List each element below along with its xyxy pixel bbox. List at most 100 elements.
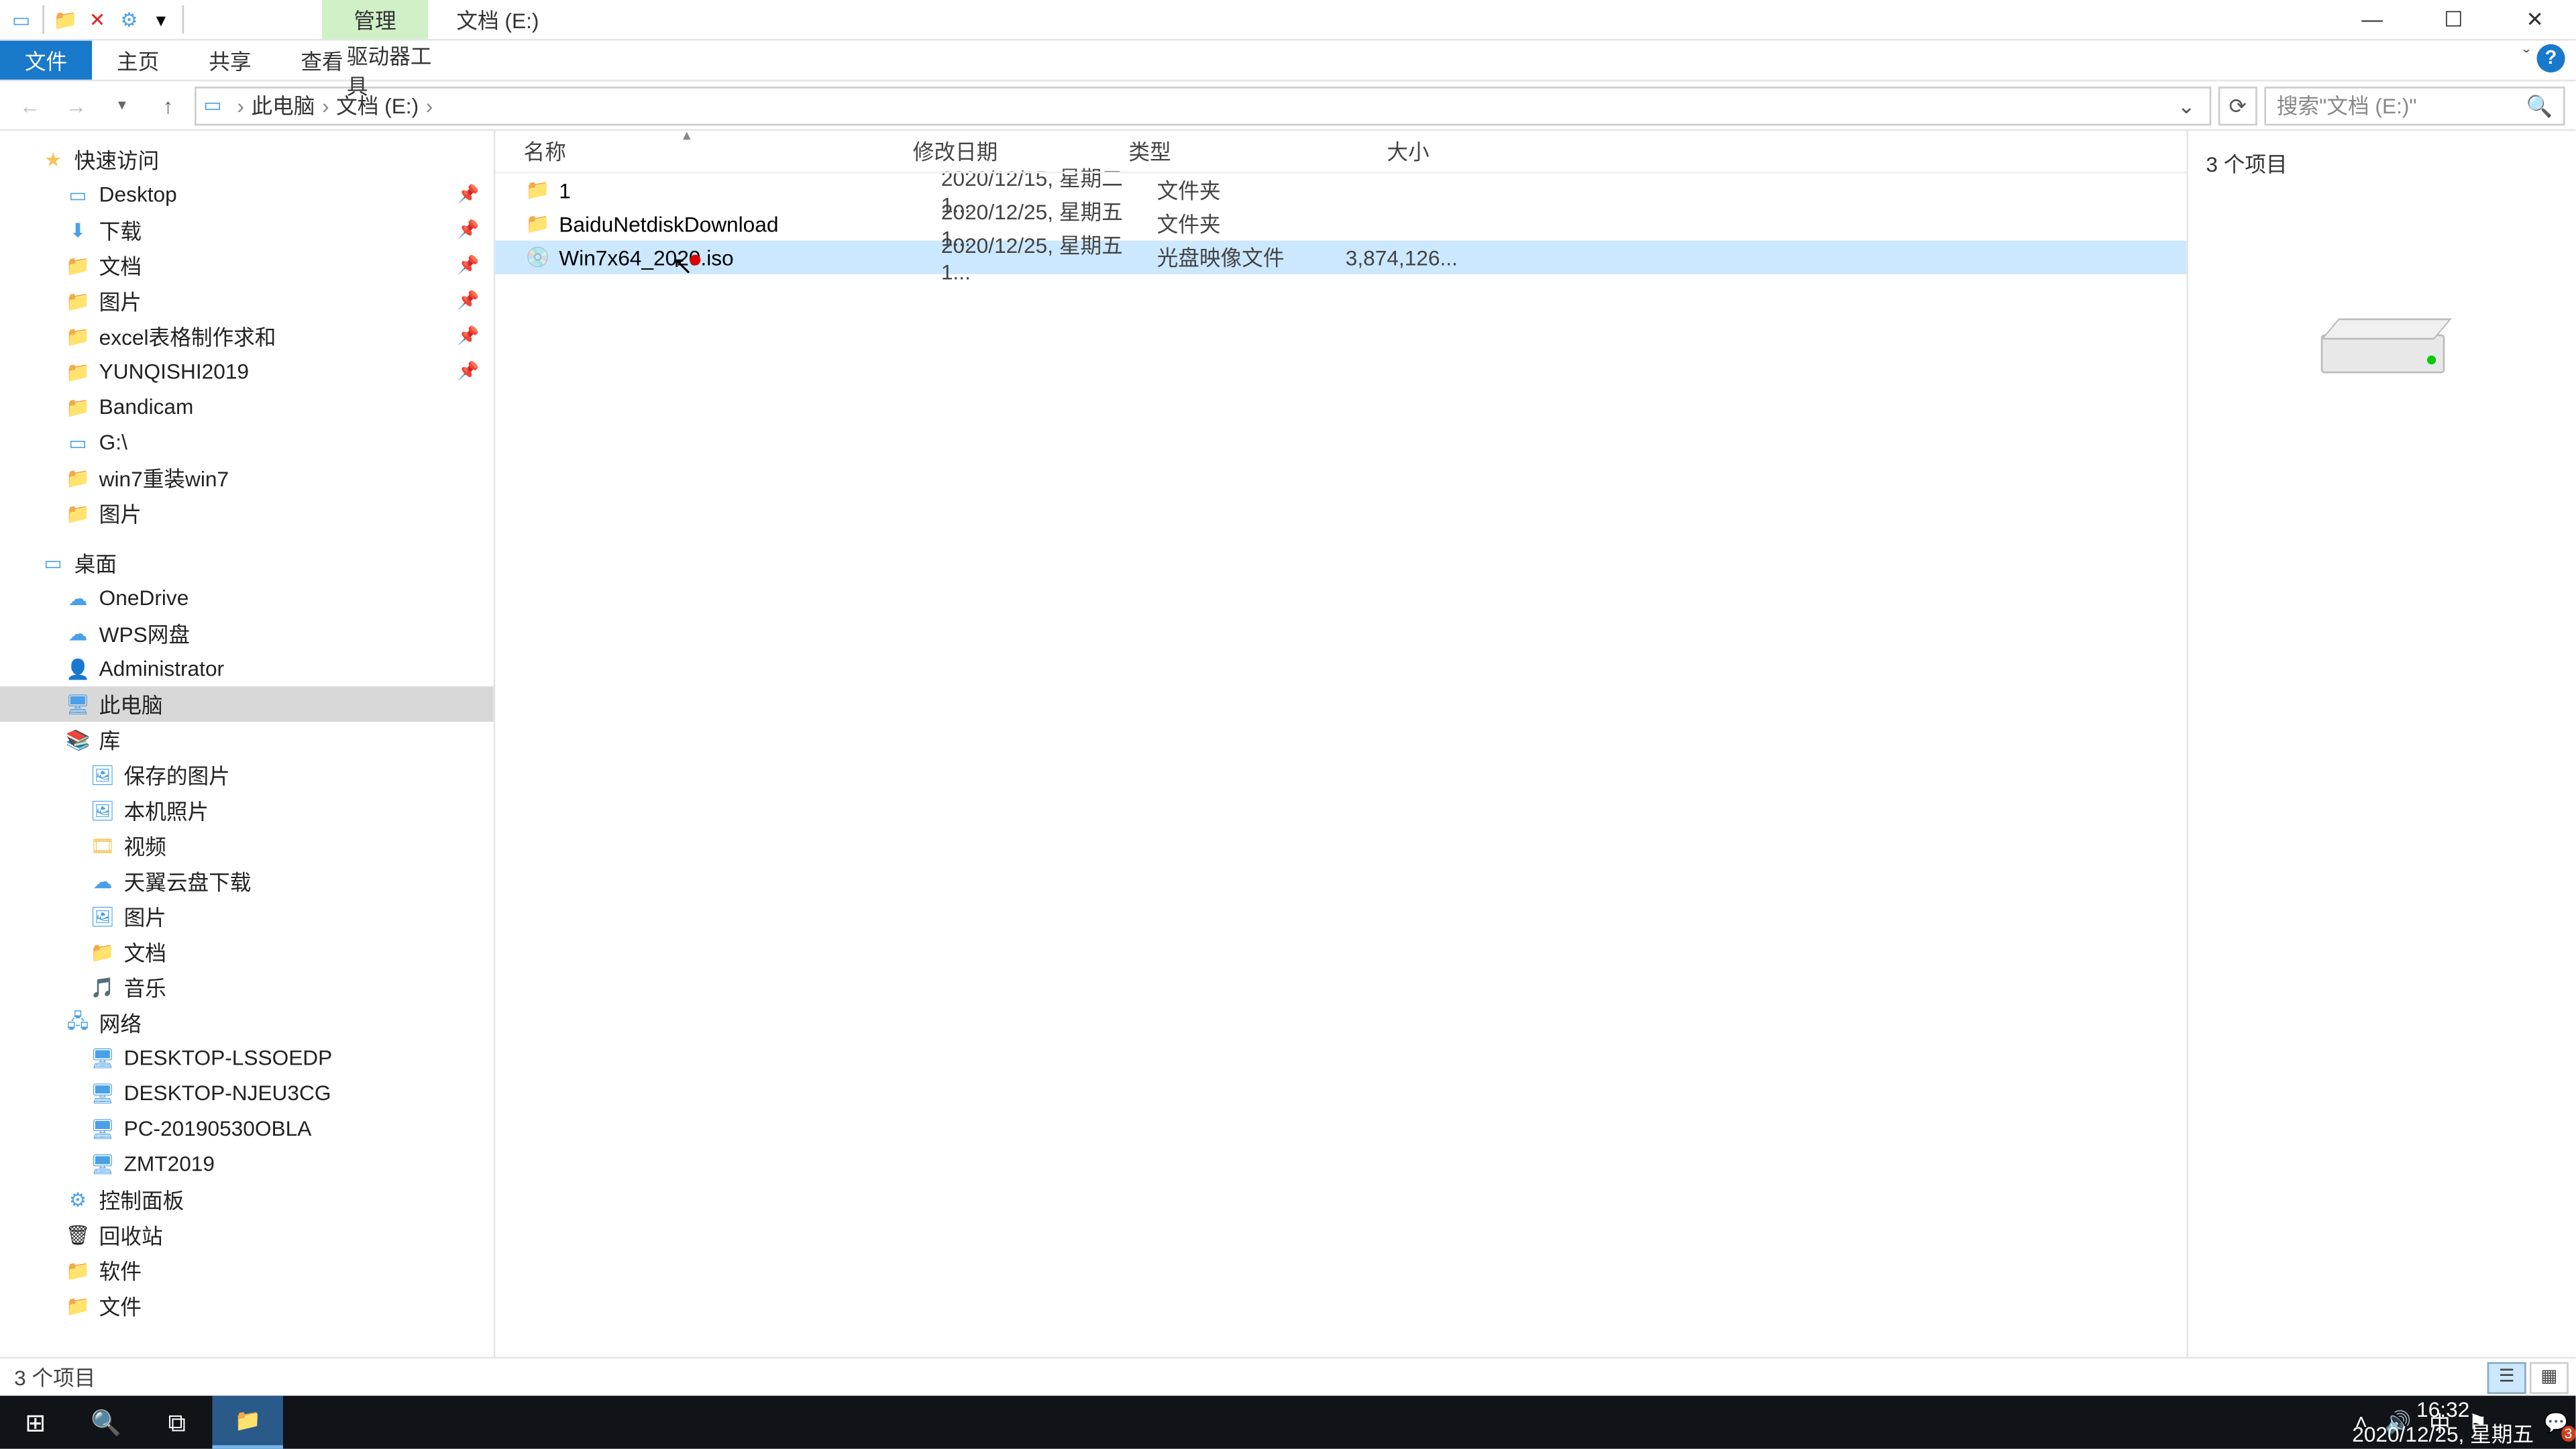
nav-history-dropdown[interactable]: ▾ — [103, 86, 142, 125]
ribbon-tab-drive-tools[interactable]: 驱动器工具 — [322, 41, 456, 101]
folder-icon: 📁 — [89, 941, 117, 963]
nav-net1[interactable]: 🖥DESKTOP-LSSOEDP — [0, 1040, 494, 1076]
nav-pictures[interactable]: 📁图片📌 — [0, 283, 494, 319]
search-input[interactable]: 搜索"文档 (E:)" 🔍 — [2264, 86, 2565, 125]
nav-net2[interactable]: 🖥DESKTOP-NJEU3CG — [0, 1075, 494, 1111]
taskbar-clock[interactable]: 16:32 2020/12/25, 星期五 — [2346, 1397, 2540, 1448]
qat-properties-icon[interactable]: ⚙ — [115, 5, 143, 34]
action-center-button[interactable]: 💬3 — [2540, 1406, 2572, 1438]
maximize-button[interactable]: ☐ — [2413, 0, 2494, 39]
breadcrumb[interactable]: ▭ › 此电脑 › 文档 (E:) › ⌄ — [195, 86, 2211, 125]
nav-forward-button[interactable]: → — [56, 86, 95, 125]
folder-icon: 📁 — [64, 1258, 92, 1281]
nav-downloads[interactable]: ⬇下载📌 — [0, 212, 494, 248]
nav-software[interactable]: 📁软件 — [0, 1252, 494, 1288]
navigation-pane[interactable]: ★快速访问 ▭Desktop📌 ⬇下载📌 📁文档📌 📁图片📌 📁excel表格制… — [0, 131, 495, 1356]
pc-icon: 🖥 — [89, 1082, 117, 1105]
pc-icon: 🖥 — [89, 1046, 117, 1069]
refresh-button[interactable]: ⟳ — [2218, 86, 2257, 125]
nav-thispc[interactable]: 🖥此电脑 — [0, 686, 494, 722]
nav-quick-access[interactable]: ★快速访问 — [0, 142, 494, 177]
column-type[interactable]: 类型 — [1128, 136, 1305, 166]
chevron-right-icon[interactable]: › — [235, 93, 246, 117]
column-name[interactable]: 名称▴ — [524, 136, 913, 166]
pin-icon: 📌 — [458, 256, 480, 275]
taskbar-explorer-button[interactable]: 📁 — [212, 1396, 282, 1449]
image-icon: 🖼 — [89, 763, 117, 786]
nav-control-panel[interactable]: ⚙控制面板 — [0, 1182, 494, 1218]
file-row[interactable]: 📁 1 2020/12/15, 星期二 1... 文件夹 — [495, 173, 2186, 207]
nav-wps[interactable]: ☁WPS网盘 — [0, 616, 494, 651]
file-name: BaiduNetdiskDownload — [559, 211, 941, 236]
breadcrumb-seg-thispc[interactable]: 此电脑 — [246, 90, 321, 120]
nav-back-button[interactable]: ← — [11, 86, 50, 125]
nav-pictures2[interactable]: 📁图片 — [0, 495, 494, 531]
folder-icon: 📁 — [64, 289, 92, 312]
nav-network[interactable]: 🖧网络 — [0, 1005, 494, 1040]
nav-up-button[interactable]: ↑ — [149, 86, 188, 125]
nav-desktop[interactable]: ▭Desktop📌 — [0, 177, 494, 213]
nav-net3[interactable]: 🖥PC-20190530OBLA — [0, 1111, 494, 1146]
nav-saved-pics[interactable]: 🖼保存的图片 — [0, 757, 494, 793]
image-icon: 🖼 — [89, 905, 117, 928]
task-view-button[interactable]: ⧉ — [142, 1396, 212, 1449]
nav-win7reinstall[interactable]: 📁win7重装win7 — [0, 460, 494, 496]
help-icon[interactable]: ? — [2536, 44, 2565, 72]
ribbon-expand-icon[interactable]: ˇ — [2523, 48, 2530, 69]
nav-music[interactable]: 🎵音乐 — [0, 969, 494, 1005]
nav-documents[interactable]: 📁文档📌 — [0, 248, 494, 283]
file-row[interactable]: 📁 BaiduNetdiskDownload 2020/12/25, 星期五 1… — [495, 207, 2186, 241]
nav-excel[interactable]: 📁excel表格制作求和📌 — [0, 319, 494, 354]
ribbon-tab-home[interactable]: 主页 — [92, 41, 184, 80]
nav-videos[interactable]: 🎞视频 — [0, 828, 494, 863]
window-title: 文档 (E:) — [456, 0, 539, 39]
nav-files[interactable]: 📁文件 — [0, 1288, 494, 1324]
file-name: Win7x64_2020.iso — [559, 245, 941, 270]
nav-docs2[interactable]: 📁文档 — [0, 934, 494, 969]
ribbon-tab-share[interactable]: 共享 — [184, 41, 276, 80]
taskbar-search-button[interactable]: 🔍 — [70, 1396, 141, 1449]
breadcrumb-dropdown-icon[interactable]: ⌄ — [2170, 93, 2202, 117]
ribbon-tab-file[interactable]: 文件 — [0, 41, 92, 80]
content-area: ★快速访问 ▭Desktop📌 ⬇下载📌 📁文档📌 📁图片📌 📁excel表格制… — [0, 131, 2575, 1356]
nav-pics3[interactable]: 🖼图片 — [0, 899, 494, 934]
nav-library[interactable]: 📚库 — [0, 722, 494, 757]
qat-dropdown-icon[interactable]: ▾ — [147, 5, 175, 34]
nav-gdrive[interactable]: ▭G:\ — [0, 425, 494, 460]
file-type: 光盘映像文件 — [1157, 242, 1334, 272]
file-name: 1 — [559, 178, 941, 203]
library-icon: 📚 — [64, 728, 92, 751]
nav-net4[interactable]: 🖥ZMT2019 — [0, 1146, 494, 1182]
minimize-button[interactable]: — — [2332, 0, 2413, 39]
nav-admin[interactable]: 👤Administrator — [0, 651, 494, 686]
nav-recycle[interactable]: 🗑回收站 — [0, 1217, 494, 1252]
qat-close-icon[interactable]: ✕ — [83, 5, 111, 34]
nav-tianyi[interactable]: ☁天翼云盘下载 — [0, 863, 494, 899]
pin-icon: 📌 — [458, 291, 480, 311]
quick-access-toolbar: ▭ 📁 ✕ ⚙ ▾ — [0, 5, 195, 34]
column-date[interactable]: 修改日期 — [913, 136, 1129, 166]
folder-icon: 📁 — [64, 466, 92, 489]
nav-bandicam[interactable]: 📁Bandicam — [0, 389, 494, 425]
view-icons-button[interactable]: ▦ — [2530, 1361, 2569, 1393]
nav-desktop-cn[interactable]: ▭桌面 — [0, 545, 494, 580]
status-bar: 3 个项目 ☰ ▦ — [0, 1357, 2575, 1396]
drive-thumbnail — [2206, 303, 2558, 373]
settings-icon: ⚙ — [64, 1188, 92, 1211]
column-size[interactable]: 大小 — [1305, 136, 1430, 166]
contextual-tab-manage[interactable]: 管理 — [322, 0, 428, 39]
network-icon: 🖧 — [64, 1006, 92, 1039]
file-size: 3,874,126... — [1334, 245, 1458, 270]
file-row-selected[interactable]: 💿 Win7x64_2020.iso 2020/12/25, 星期五 1... … — [495, 241, 2186, 274]
qat-folder-icon[interactable]: 📁 — [51, 5, 79, 34]
desktop-icon: ▭ — [39, 551, 67, 574]
folder-icon: 📁 — [64, 395, 92, 418]
view-details-button[interactable]: ☰ — [2487, 1361, 2526, 1393]
nav-yunqishi[interactable]: 📁YUNQISHI2019📌 — [0, 354, 494, 389]
start-button[interactable]: ⊞ — [0, 1396, 70, 1449]
close-button[interactable]: ✕ — [2494, 0, 2575, 39]
nav-onedrive[interactable]: ☁OneDrive — [0, 580, 494, 616]
column-headers: 名称▴ 修改日期 类型 大小 — [495, 131, 2186, 173]
pc-icon: 🖥 — [89, 1152, 117, 1175]
nav-local-photos[interactable]: 🖼本机照片 — [0, 792, 494, 828]
